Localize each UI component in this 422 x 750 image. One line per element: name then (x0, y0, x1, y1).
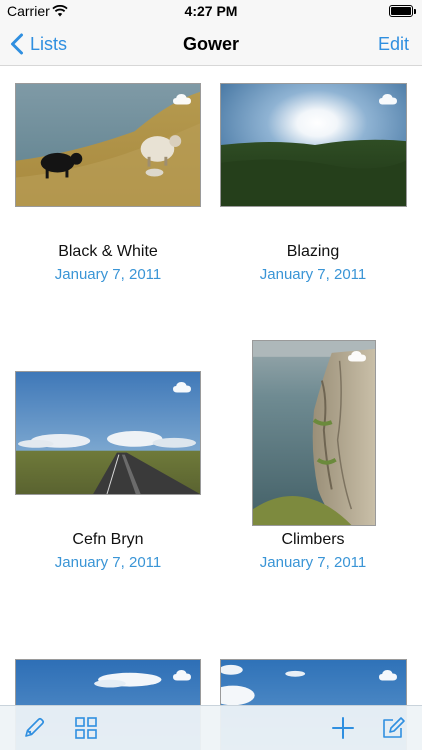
item-title: Cefn Bryn (72, 531, 144, 548)
item-title: Climbers (281, 531, 345, 548)
status-time: 4:27 PM (184, 3, 238, 19)
item-date: January 7, 2011 (259, 554, 367, 571)
cloud-icon (172, 380, 192, 393)
photo-thumbnail-climbers[interactable] (252, 340, 376, 526)
item-title: Black & White (58, 243, 158, 260)
battery-cap (414, 9, 416, 14)
screen: Carrier 4:27 PM Lists Gower Edit Black &… (0, 0, 422, 750)
photo-thumbnail-blazing[interactable] (220, 83, 407, 207)
compose-icon[interactable] (380, 715, 406, 741)
item-date: January 7, 2011 (54, 554, 162, 571)
plus-icon[interactable] (330, 715, 356, 741)
cloud-icon (378, 668, 398, 681)
status-bar: Carrier 4:27 PM (0, 0, 422, 22)
cloud-icon (172, 92, 192, 105)
photo-thumbnail-cefn-bryn[interactable] (15, 371, 201, 495)
item-date: January 7, 2011 (259, 266, 367, 283)
cliff-photo (253, 341, 375, 525)
navigation-bar: Lists Gower Edit (0, 22, 422, 66)
battery-level (391, 7, 411, 15)
cloud-icon (347, 349, 367, 362)
page-title: Gower (182, 34, 239, 54)
bottom-toolbar (0, 705, 422, 750)
item-title: Blazing (286, 243, 340, 260)
cloud-icon (172, 668, 192, 681)
edit-button[interactable]: Edit (378, 34, 409, 55)
photo-thumbnail-black-and-white[interactable] (15, 83, 201, 207)
pencil-icon[interactable] (21, 715, 47, 741)
cloud-icon (378, 92, 398, 105)
battery-icon (389, 5, 413, 17)
grid-icon[interactable] (73, 715, 99, 741)
item-date: January 7, 2011 (54, 266, 162, 283)
